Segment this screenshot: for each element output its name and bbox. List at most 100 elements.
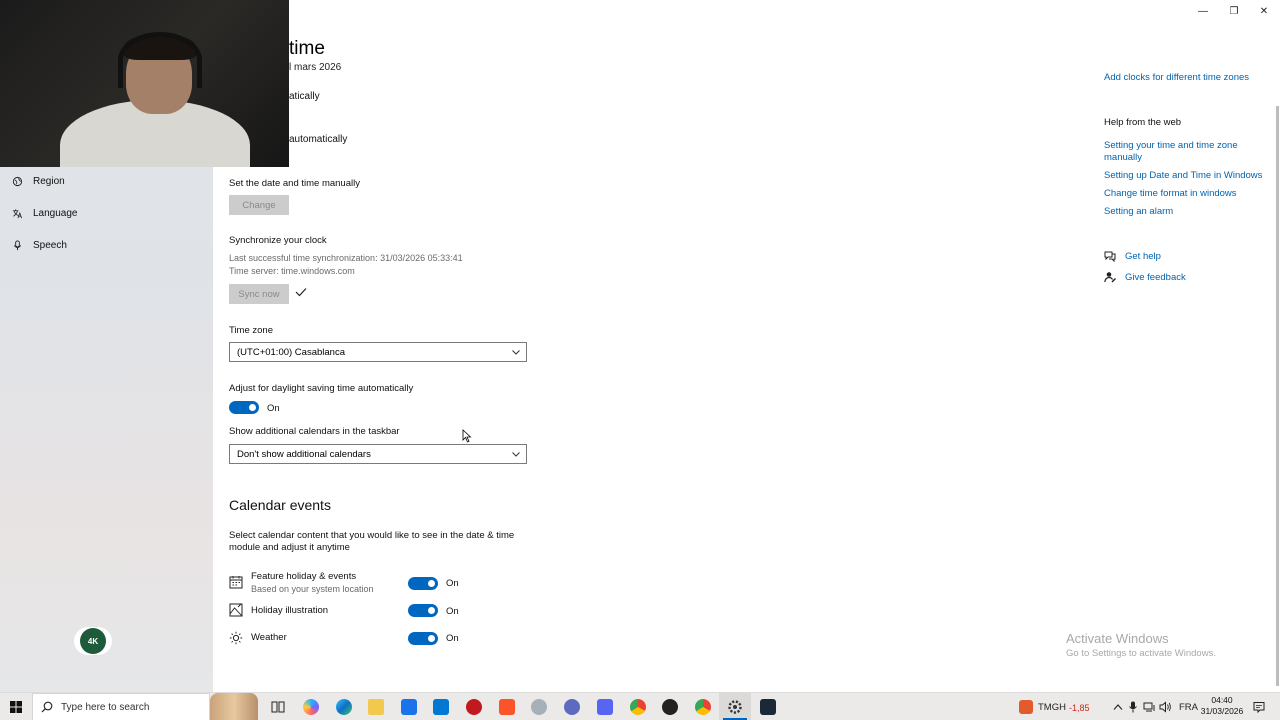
speaker-icon[interactable] <box>1159 701 1172 713</box>
stock-change: -1,85 <box>1069 703 1090 713</box>
microphone-icon[interactable] <box>1128 701 1138 713</box>
mail-icon[interactable] <box>401 699 417 715</box>
feature-holiday-state: On <box>446 578 459 589</box>
webcam-overlay <box>0 0 289 167</box>
chrome-profile-icon[interactable] <box>695 699 711 715</box>
activate-windows-title: Activate Windows <box>1066 631 1169 646</box>
additional-calendars-dropdown[interactable]: Don't show additional calendars <box>229 444 527 464</box>
speech-icon <box>13 240 22 251</box>
sidebar-item-speech[interactable]: Speech <box>12 240 67 251</box>
help-link-time-format[interactable]: Change time format in windows <box>1104 188 1237 200</box>
start-button[interactable] <box>0 693 32 720</box>
minimize-button[interactable]: — <box>1196 4 1210 18</box>
headset <box>118 32 202 88</box>
stock-chart-icon <box>1019 700 1033 714</box>
give-feedback-link[interactable]: Give feedback <box>1125 272 1186 284</box>
task-view-icon[interactable] <box>270 699 286 715</box>
help-link-setup-date[interactable]: Setting up Date and Time in Windows <box>1104 170 1262 182</box>
feature-holiday-label: Feature holiday & events <box>251 571 357 582</box>
clock-time: 04:40 <box>1211 695 1233 705</box>
add-clocks-link[interactable]: Add clocks for different time zones <box>1104 72 1249 84</box>
close-button[interactable]: ✕ <box>1257 4 1271 18</box>
calendar-icon <box>229 576 243 589</box>
dst-toggle-state: On <box>267 403 280 414</box>
change-button[interactable]: Change <box>229 195 289 215</box>
mouse-cursor-icon <box>462 429 472 443</box>
weather-state: On <box>446 633 459 644</box>
taskbar-clock[interactable]: 04:40 31/03/2026 <box>1197 695 1247 717</box>
scrollbar[interactable] <box>1276 106 1279 686</box>
sidebar-item-region[interactable]: Region <box>12 176 65 187</box>
brave-icon[interactable] <box>499 699 515 715</box>
image-icon <box>229 603 243 617</box>
sidebar-item-label: Language <box>33 208 78 219</box>
edge-icon[interactable] <box>336 699 352 715</box>
sidebar-item-label: Region <box>33 176 65 187</box>
weather-sun-icon <box>229 631 243 645</box>
taskbar-search-box[interactable]: Type here to search <box>32 693 210 720</box>
copilot-icon[interactable] <box>303 699 319 715</box>
get-help-link[interactable]: Get help <box>1125 251 1161 263</box>
weather-toggle[interactable] <box>408 632 438 645</box>
sidebar-item-label: Speech <box>33 240 67 251</box>
manual-time-label: Set the date and time manually <box>229 178 360 189</box>
help-link-alarm[interactable]: Setting an alarm <box>1104 206 1173 218</box>
dst-toggle[interactable] <box>229 401 259 414</box>
timezone-label: Time zone <box>229 325 273 336</box>
channel-logo: 4K <box>74 627 112 655</box>
vpn-icon[interactable] <box>564 699 580 715</box>
logo-emblem: 4K <box>80 628 106 654</box>
search-icon <box>41 701 53 713</box>
stock-ticker[interactable]: TMGH <box>1038 702 1066 713</box>
chevron-down-icon <box>512 452 520 457</box>
help-link-set-time[interactable]: Setting your time and time zone manually <box>1104 140 1238 164</box>
chrome-icon[interactable] <box>630 699 646 715</box>
additional-calendars-label: Show additional calendars in the taskbar <box>229 426 400 437</box>
clock-date: 31/03/2026 <box>1200 706 1244 716</box>
holiday-illustration-toggle[interactable] <box>408 604 438 617</box>
shield-app-icon[interactable] <box>531 699 547 715</box>
calendar-events-title: Calendar events <box>229 497 331 513</box>
red-app-icon[interactable] <box>466 699 482 715</box>
sidebar-item-language[interactable]: Language <box>12 208 78 219</box>
store-icon[interactable] <box>433 699 449 715</box>
taskbar: Type here to search TMGH -1,85 FRA 04:40… <box>0 692 1280 720</box>
language-icon <box>12 209 23 219</box>
get-help-icon <box>1104 251 1116 262</box>
checkmark-icon <box>295 288 307 297</box>
settings-gear-icon[interactable] <box>727 699 743 715</box>
set-timezone-auto-label: automatically <box>289 134 348 145</box>
last-sync-text: Last successful time synchronization: 31… <box>229 253 463 263</box>
weather-label: Weather <box>251 632 287 643</box>
set-time-auto-label: atically <box>289 91 320 102</box>
chevron-up-icon[interactable] <box>1113 703 1123 711</box>
discord-icon[interactable] <box>597 699 613 715</box>
sync-heading: Synchronize your clock <box>229 235 327 246</box>
sync-now-button[interactable]: Sync now <box>229 284 289 304</box>
timezone-dropdown[interactable]: (UTC+01:00) Casablanca <box>229 342 527 362</box>
network-icon[interactable] <box>1143 701 1155 713</box>
time-server-text: Time server: time.windows.com <box>229 266 355 276</box>
calendar-events-description: Select calendar content that you would l… <box>229 530 515 541</box>
holiday-illustration-state: On <box>446 606 459 617</box>
page-title: time <box>289 38 325 59</box>
search-placeholder: Type here to search <box>61 701 150 713</box>
additional-calendars-value: Don't show additional calendars <box>237 448 371 460</box>
steam-icon[interactable] <box>760 699 776 715</box>
activate-windows-subtitle: Go to Settings to activate Windows. <box>1066 648 1216 659</box>
search-highlight-image <box>210 693 258 720</box>
help-link-set-time-line2: manually <box>1104 152 1143 163</box>
notifications-icon[interactable] <box>1253 701 1265 713</box>
feature-holiday-toggle[interactable] <box>408 577 438 590</box>
help-link-set-time-line1: Setting your time and time zone <box>1104 140 1238 151</box>
current-date: l mars 2026 <box>289 62 342 73</box>
calendar-events-description-2: module and adjust it anytime <box>229 542 350 553</box>
obs-icon[interactable] <box>662 699 678 715</box>
holiday-illustration-label: Holiday illustration <box>251 605 329 616</box>
region-icon <box>12 176 23 187</box>
file-explorer-icon[interactable] <box>368 699 384 715</box>
language-indicator[interactable]: FRA <box>1179 702 1198 713</box>
feedback-icon <box>1104 272 1116 283</box>
feature-holiday-sub: Based on your system location <box>251 584 374 594</box>
restore-button[interactable]: ❐ <box>1227 4 1241 18</box>
